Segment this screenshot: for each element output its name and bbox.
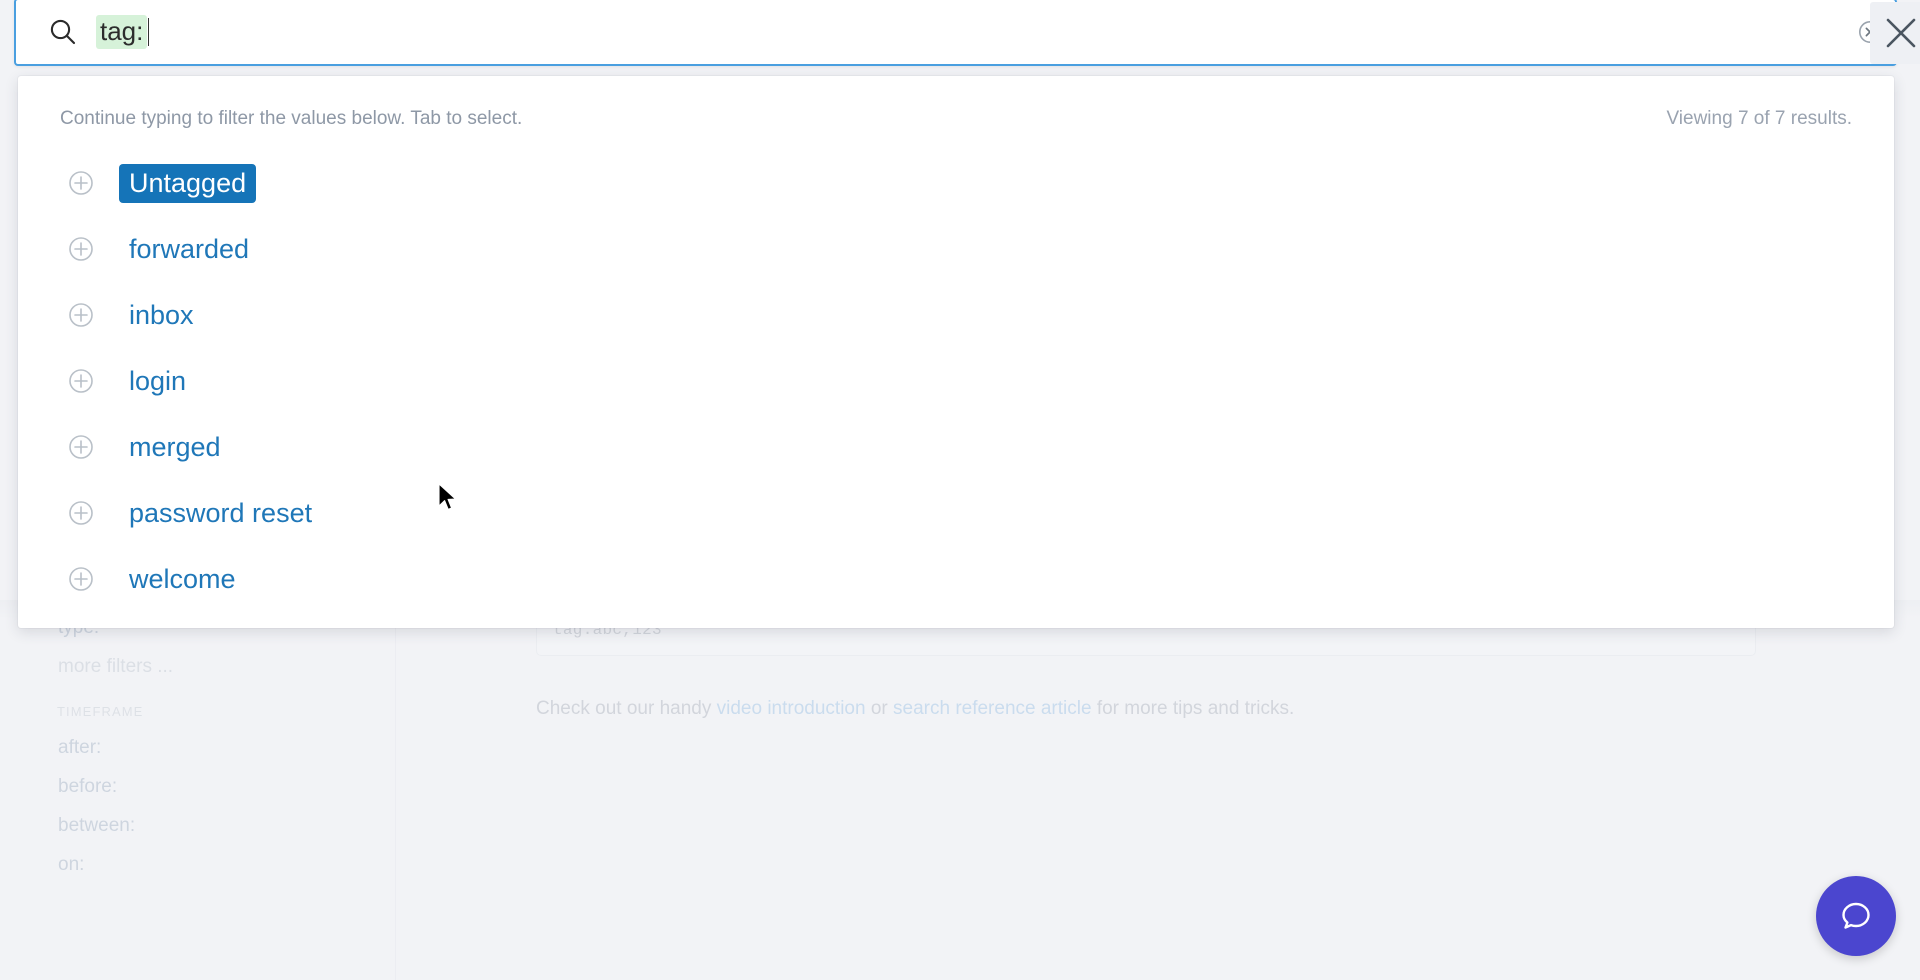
plus-circle-icon[interactable] <box>68 302 94 328</box>
tips-line: Check out our handy video introduction o… <box>536 698 1294 720</box>
option-label: forwarded <box>129 233 250 264</box>
option-label: inbox <box>129 299 194 330</box>
plus-circle-icon[interactable] <box>68 236 94 262</box>
search-input-token[interactable]: tag: <box>96 15 148 49</box>
plus-circle-icon[interactable] <box>68 170 94 196</box>
option-row[interactable]: Untagged <box>18 150 1894 216</box>
option-row[interactable]: merged <box>18 414 1894 480</box>
search-reference-article-link[interactable]: search reference article <box>893 698 1092 719</box>
option-label: welcome <box>129 563 236 594</box>
plus-circle-icon[interactable] <box>68 434 94 460</box>
option-row[interactable]: password reset <box>18 480 1894 546</box>
option-row[interactable]: login <box>18 348 1894 414</box>
option-label: password reset <box>129 497 313 528</box>
help-chat-button[interactable] <box>1816 876 1896 956</box>
tips-suffix: for more tips and tricks. <box>1091 698 1295 719</box>
search-bar[interactable]: tag: <box>14 0 1897 66</box>
plus-circle-icon[interactable] <box>68 566 94 592</box>
filter-item-after[interactable]: after: <box>58 738 395 757</box>
option-row[interactable]: inbox <box>18 282 1894 348</box>
plus-circle-icon[interactable] <box>68 368 94 394</box>
close-search-button[interactable] <box>1870 2 1920 64</box>
dropdown-header: Continue typing to filter the values bel… <box>18 76 1894 130</box>
tips-mid: or <box>865 698 894 719</box>
filter-item-on[interactable]: on: <box>58 855 395 874</box>
filter-item-between[interactable]: between: <box>58 816 395 835</box>
autocomplete-dropdown: Continue typing to filter the values bel… <box>18 76 1894 628</box>
filter-sidebar: type: more filters ... TIMEFRAME after: … <box>0 618 395 894</box>
option-label: Untagged <box>119 163 257 203</box>
option-row[interactable]: welcome <box>18 546 1894 612</box>
plus-circle-icon[interactable] <box>68 500 94 526</box>
video-introduction-link[interactable]: video introduction <box>717 698 866 719</box>
app-root: type: more filters ... TIMEFRAME after: … <box>0 0 1920 980</box>
sidebar-divider <box>395 600 396 980</box>
tips-prefix: Check out our handy <box>536 698 717 719</box>
option-label: merged <box>129 431 221 462</box>
option-label: login <box>129 365 187 396</box>
filter-item-before[interactable]: before: <box>58 777 395 796</box>
dropdown-hint-text: Continue typing to filter the values bel… <box>60 108 523 129</box>
option-row[interactable]: forwarded <box>18 216 1894 282</box>
close-x-icon <box>1886 18 1916 48</box>
text-caret <box>148 18 150 46</box>
chat-bubble-icon <box>1842 902 1870 929</box>
option-list: Untagged forwarded inbox login merged passwor… <box>18 150 1894 612</box>
dropdown-results-count: Viewing 7 of 7 results. <box>1666 108 1852 129</box>
filter-section-timeframe-label: TIMEFRAME <box>57 704 144 719</box>
search-icon <box>48 17 78 47</box>
filter-item-more[interactable]: more filters ... <box>58 657 395 676</box>
